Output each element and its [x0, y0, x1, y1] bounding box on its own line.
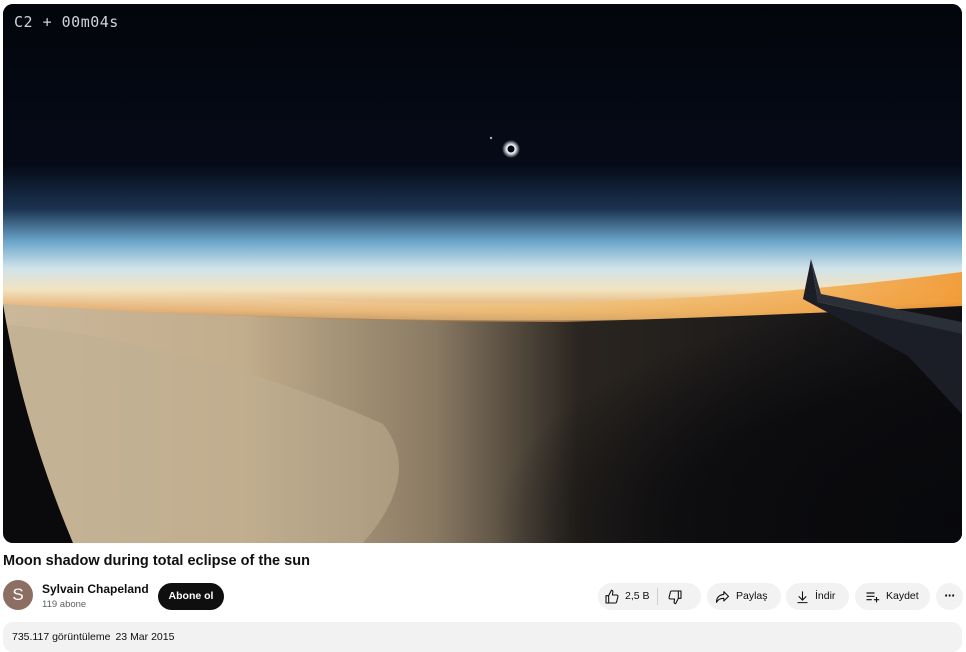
video-player[interactable]: C2 + 00m04s — [3, 4, 962, 543]
dislike-button[interactable] — [667, 589, 683, 605]
subscriber-count: 119 abone — [42, 599, 87, 610]
save-label: Kaydet — [886, 590, 919, 602]
add-to-playlist-icon — [864, 589, 881, 605]
channel-name-link[interactable]: Sylvain Chapeland — [42, 582, 149, 596]
upload-date: 23 Mar 2015 — [115, 631, 175, 643]
video-title: Moon shadow during total eclipse of the … — [3, 553, 310, 569]
save-button[interactable]: Kaydet — [855, 583, 930, 610]
like-button[interactable]: 2,5 B — [598, 583, 650, 610]
more-actions-button[interactable]: ⋯ — [936, 583, 963, 610]
view-count: 735.117 görüntüleme — [12, 631, 111, 643]
eclipse-video-frame — [3, 4, 962, 543]
like-dislike-group: 2,5 B — [598, 583, 701, 610]
thumbs-up-icon — [604, 589, 620, 605]
thumbs-down-icon — [668, 589, 682, 604]
share-arrow-icon — [714, 589, 731, 605]
description-box[interactable]: 735.117 görüntüleme 23 Mar 2015 — [3, 622, 962, 652]
description-meta: 735.117 görüntüleme 23 Mar 2015 — [12, 631, 179, 643]
download-icon — [795, 589, 810, 605]
divider — [656, 588, 658, 605]
share-label: Paylaş — [736, 590, 768, 602]
video-timer-overlay: C2 + 00m04s — [14, 13, 119, 31]
download-label: İndir — [815, 590, 836, 602]
share-button[interactable]: Paylaş — [707, 583, 781, 610]
download-button[interactable]: İndir — [786, 583, 849, 610]
owner-row: S Sylvain Chapeland 119 abone Abone ol 2… — [3, 580, 964, 612]
like-count: 2,5 B — [625, 590, 650, 602]
subscribe-button[interactable]: Abone ol — [158, 583, 224, 610]
channel-avatar[interactable]: S — [3, 580, 33, 610]
